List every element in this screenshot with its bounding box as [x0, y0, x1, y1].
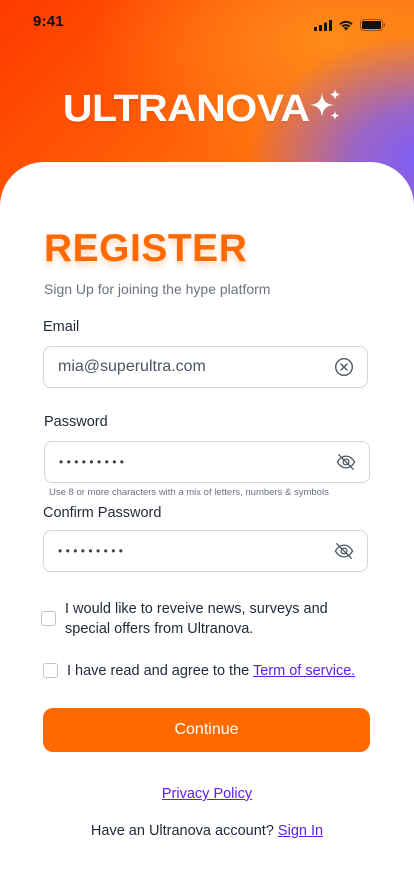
terms-checkbox-label: I have read and agree to the Term of ser… [67, 661, 355, 681]
password-masked-value[interactable]: ••••••••• [59, 442, 127, 482]
password-hint: Use 8 or more characters with a mix of l… [49, 487, 329, 498]
confirm-password-field[interactable]: ••••••••• [43, 530, 368, 572]
email-field[interactable] [43, 346, 368, 388]
page-subtitle: Sign Up for joining the hype platform [44, 281, 271, 297]
terms-label-prefix: I have read and agree to the [67, 663, 253, 679]
status-time: 9:41 [33, 13, 64, 30]
terms-of-service-link[interactable]: Term of service. [253, 663, 355, 679]
eye-off-icon[interactable] [336, 452, 356, 472]
terms-checkbox[interactable] [43, 663, 58, 678]
clear-circle-icon[interactable] [334, 357, 354, 377]
brand-logo: ULTRANOVA [0, 84, 414, 134]
email-label: Email [43, 319, 80, 335]
account-prompt: Have an Ultranova account? [90, 823, 274, 839]
page-title: REGISTER [44, 227, 248, 270]
newsletter-checkbox[interactable] [41, 611, 56, 626]
password-field[interactable]: ••••••••• [44, 441, 370, 483]
confirm-password-label: Confirm Password [43, 505, 162, 521]
privacy-policy-link[interactable]: Privacy Policy [162, 786, 252, 802]
logo-text: ULTRANOVA [62, 87, 310, 130]
battery-icon [360, 19, 386, 31]
confirm-password-masked-value[interactable]: ••••••••• [58, 531, 126, 571]
newsletter-checkbox-label: I would like to reveive news, surveys an… [65, 601, 328, 637]
email-input[interactable] [58, 347, 328, 387]
sign-in-row: Have an Ultranova account? Sign In [0, 823, 414, 839]
eye-off-icon[interactable] [334, 541, 354, 561]
sparkle-icon [310, 89, 341, 121]
password-label: Password [44, 414, 108, 430]
status-icons [314, 19, 386, 31]
cellular-signal-icon [314, 19, 332, 31]
wifi-icon [339, 20, 353, 31]
sign-in-link[interactable]: Sign In [278, 823, 323, 839]
status-bar: 9:41 [0, 0, 414, 44]
privacy-policy-row: Privacy Policy [0, 786, 414, 802]
continue-button[interactable]: Continue [43, 708, 370, 752]
